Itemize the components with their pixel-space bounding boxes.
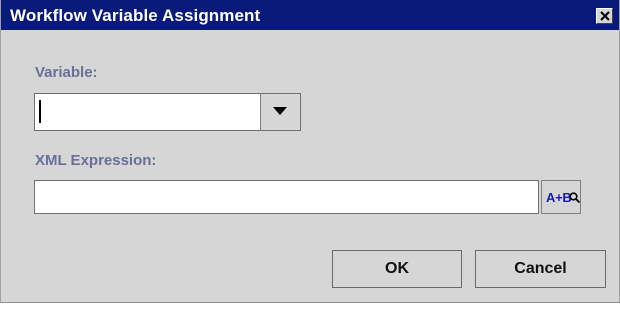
cancel-button[interactable]: Cancel xyxy=(475,250,606,288)
expression-builder-button[interactable]: A+B xyxy=(541,180,581,214)
dialog-window: Workflow Variable Assignment Variable: X… xyxy=(0,0,620,303)
expression-builder-label: A+B xyxy=(546,190,572,205)
dialog-title: Workflow Variable Assignment xyxy=(10,6,261,25)
title-bar[interactable]: Workflow Variable Assignment xyxy=(1,0,619,30)
variable-dropdown-button[interactable] xyxy=(260,94,300,130)
variable-input[interactable] xyxy=(35,94,260,130)
variable-label: Variable: xyxy=(35,64,98,81)
variable-combobox[interactable] xyxy=(34,93,301,131)
ok-button[interactable]: OK xyxy=(332,250,462,288)
xml-expression-label: XML Expression: xyxy=(35,152,157,169)
xml-expression-input[interactable] xyxy=(34,180,539,214)
close-button[interactable] xyxy=(596,8,613,24)
text-caret xyxy=(39,100,41,123)
